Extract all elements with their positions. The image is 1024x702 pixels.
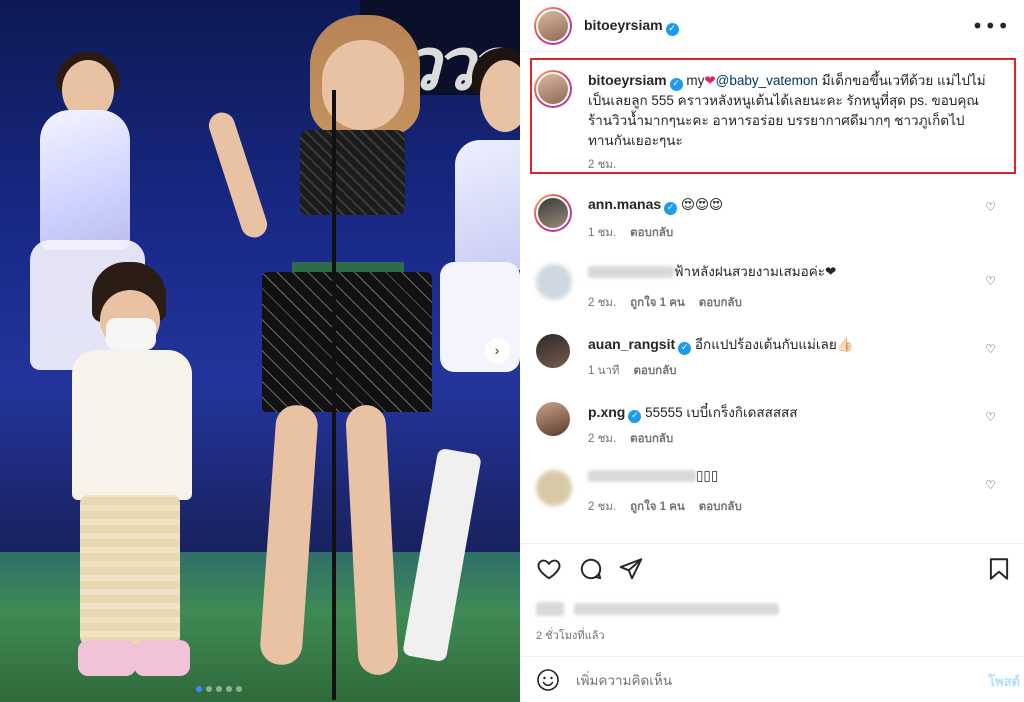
blurred-likes-text xyxy=(573,602,779,615)
post-header: bitoeyrsiam ✓ ••• xyxy=(520,0,1024,52)
action-bar xyxy=(520,543,1024,591)
caption-avatar[interactable] xyxy=(534,70,572,108)
blurred-avatar xyxy=(536,601,564,616)
verified-icon: ✓ xyxy=(628,410,642,423)
reply-button[interactable]: ตอบกลับ xyxy=(634,362,677,380)
comment-like-icon[interactable]: ♡ xyxy=(985,342,996,356)
blurred-username xyxy=(588,470,696,483)
comment-text: ▯▯▯ xyxy=(588,466,988,486)
caption-text: bitoeyrsiam ✓ my❤@baby_vatemon มีเด็กขอขึ… xyxy=(588,70,988,151)
comment-meta: 2 ชม. ตอบกลับ xyxy=(588,430,673,448)
comment-item: ฟ้าหลังฝนสวยงามเสมอค่ะ❤ 2 ชม. ถูกใจ 1 คน… xyxy=(534,262,1004,312)
verified-icon: ✓ xyxy=(669,78,683,91)
instagram-post-view: ววว › bitoeyrsiam ✓ ••• bitoeyrsiam ✓ my… xyxy=(0,0,1024,702)
author-username[interactable]: bitoeyrsiam xyxy=(584,17,663,33)
caption-mention[interactable]: @baby_vatemon xyxy=(716,73,818,88)
comment-username[interactable]: p.xng xyxy=(588,404,625,420)
comment-likes[interactable]: ถูกใจ 1 คน xyxy=(630,498,685,516)
comment-text: ฟ้าหลังฝนสวยงามเสมอค่ะ❤ xyxy=(588,262,988,282)
comment-time: 2 ชม. xyxy=(588,501,617,513)
share-icon[interactable] xyxy=(618,556,644,582)
post-caption: bitoeyrsiam ✓ my❤@baby_vatemon มีเด็กขอขึ… xyxy=(534,70,1004,174)
comment-item: p.xng ✓ 55555 เบบี๋เกร็งกิเดสสสสส 2 ชม. ต… xyxy=(534,402,1004,452)
carousel-dots xyxy=(196,686,242,692)
caption-meta: 2 ชม. xyxy=(588,156,616,174)
carousel-dot xyxy=(236,686,242,692)
comment-time: 1 ชม. xyxy=(588,227,617,239)
comment-like-icon[interactable]: ♡ xyxy=(985,478,996,492)
comment-time: 2 ชม. xyxy=(588,297,617,309)
comment-time: 1 นาที xyxy=(588,365,620,377)
post-timestamp: 2 ชั่วโมงที่แล้ว xyxy=(536,630,605,642)
post-side-panel: bitoeyrsiam ✓ ••• bitoeyrsiam ✓ my❤@baby_v… xyxy=(520,0,1024,702)
comment-likes[interactable]: ถูกใจ 1 คน xyxy=(630,294,685,312)
caption-time: 2 ชม. xyxy=(588,159,617,171)
comment-avatar[interactable] xyxy=(534,194,572,232)
caption-prefix: my xyxy=(686,73,705,88)
add-comment-bar: โพสต์ xyxy=(520,656,1024,702)
caption-username[interactable]: bitoeyrsiam xyxy=(588,72,667,88)
comment-username[interactable]: ann.manas xyxy=(588,196,661,212)
heart-emoji: ❤ xyxy=(704,73,716,89)
verified-icon: ✓ xyxy=(665,23,679,36)
comment-body: ▯▯▯ xyxy=(696,468,719,483)
reply-button[interactable]: ตอบกลับ xyxy=(699,498,742,516)
comment-time: 2 ชม. xyxy=(588,433,617,445)
comment-item: auan_rangsit ✓ อีกแปปร้องเต้นกับแม่เลย👍🏻 … xyxy=(534,334,1004,384)
comment-body: อีกแปปร้องเต้นกับแม่เลย👍🏻 xyxy=(694,337,854,352)
next-slide-button[interactable]: › xyxy=(484,338,510,364)
comment-avatar[interactable] xyxy=(536,264,572,300)
carousel-dot xyxy=(206,686,212,692)
comment-text: p.xng ✓ 55555 เบบี๋เกร็งกิเดสสสสส xyxy=(588,402,988,423)
comment-body: 55555 เบบี๋เกร็งกิเดสสสสส xyxy=(645,405,798,420)
post-photo[interactable]: ววว › xyxy=(0,0,520,702)
comment-meta: 2 ชม. ถูกใจ 1 คน ตอบกลับ xyxy=(588,498,742,516)
verified-icon: ✓ xyxy=(664,202,678,215)
bookmark-icon[interactable] xyxy=(986,556,1012,582)
comment-body: 😍😍😍 xyxy=(680,197,724,213)
carousel-dot xyxy=(196,686,202,692)
comment-item: ▯▯▯ 2 ชม. ถูกใจ 1 คน ตอบกลับ ♡ xyxy=(534,466,1004,516)
comment-body: ฟ้าหลังฝนสวยงามเสมอค่ะ❤ xyxy=(674,264,837,279)
comment-icon[interactable] xyxy=(578,556,604,582)
reply-button[interactable]: ตอบกลับ xyxy=(630,430,673,448)
comment-like-icon[interactable]: ♡ xyxy=(985,200,996,214)
heart-icon[interactable] xyxy=(536,556,562,582)
comment-meta: 2 ชม. ถูกใจ 1 คน ตอบกลับ xyxy=(588,294,742,312)
reply-button[interactable]: ตอบกลับ xyxy=(699,294,742,312)
comment-avatar[interactable] xyxy=(536,402,570,436)
comment-avatar[interactable] xyxy=(536,334,570,368)
reply-button[interactable]: ตอบกลับ xyxy=(630,224,673,242)
emoji-icon[interactable] xyxy=(536,668,560,692)
blurred-username xyxy=(588,266,674,279)
comment-like-icon[interactable]: ♡ xyxy=(985,274,996,288)
comment-avatar[interactable] xyxy=(536,470,572,506)
comment-meta: 1 นาที ตอบกลับ xyxy=(588,362,677,380)
comment-like-icon[interactable]: ♡ xyxy=(985,410,996,424)
likes-summary-blurred xyxy=(536,600,786,616)
comment-meta: 1 ชม. ตอบกลับ xyxy=(588,224,673,242)
post-comment-button[interactable]: โพสต์ xyxy=(988,671,1020,692)
author-avatar[interactable] xyxy=(534,7,572,45)
comment-text: auan_rangsit ✓ อีกแปปร้องเต้นกับแม่เลย👍🏻 xyxy=(588,334,988,355)
comment-username[interactable]: auan_rangsit xyxy=(588,336,675,352)
more-options-icon[interactable]: ••• xyxy=(972,14,1010,38)
comment-input[interactable] xyxy=(576,669,956,691)
carousel-dot xyxy=(216,686,222,692)
verified-icon: ✓ xyxy=(678,342,692,355)
carousel-dot xyxy=(226,686,232,692)
comment-text: ann.manas ✓ 😍😍😍 xyxy=(588,194,988,215)
comment-item: ann.manas ✓ 😍😍😍 1 ชม. ตอบกลับ ♡ xyxy=(534,194,1004,244)
